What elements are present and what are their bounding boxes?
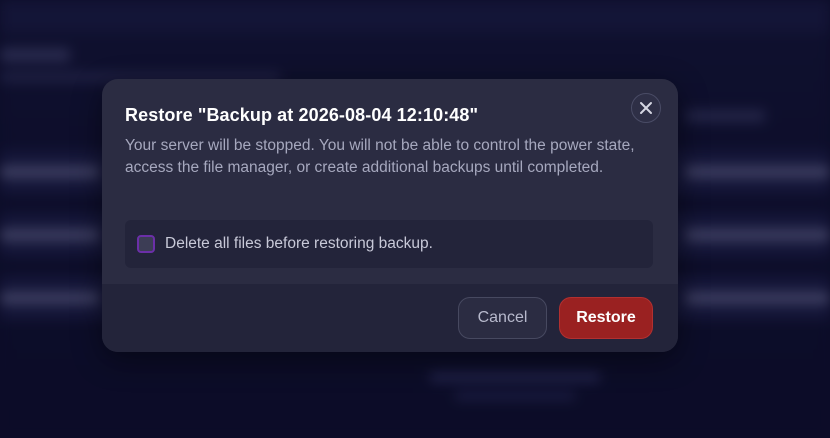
delete-files-label[interactable]: Delete all files before restoring backup… (165, 234, 433, 254)
delete-files-option: Delete all files before restoring backup… (125, 220, 653, 268)
close-icon (639, 101, 653, 115)
close-button[interactable] (631, 93, 661, 123)
dialog-title: Restore "Backup at 2026-08-04 12:10:48" (125, 105, 479, 125)
restore-button[interactable]: Restore (559, 297, 653, 339)
dialog-body: Restore "Backup at 2026-08-04 12:10:48" … (102, 79, 678, 268)
restore-backup-dialog: Restore "Backup at 2026-08-04 12:10:48" … (102, 79, 678, 352)
dialog-footer: Cancel Restore (102, 284, 678, 352)
dialog-description: Your server will be stopped. You will no… (125, 137, 635, 176)
cancel-button[interactable]: Cancel (458, 297, 547, 339)
delete-files-checkbox[interactable] (137, 235, 155, 253)
